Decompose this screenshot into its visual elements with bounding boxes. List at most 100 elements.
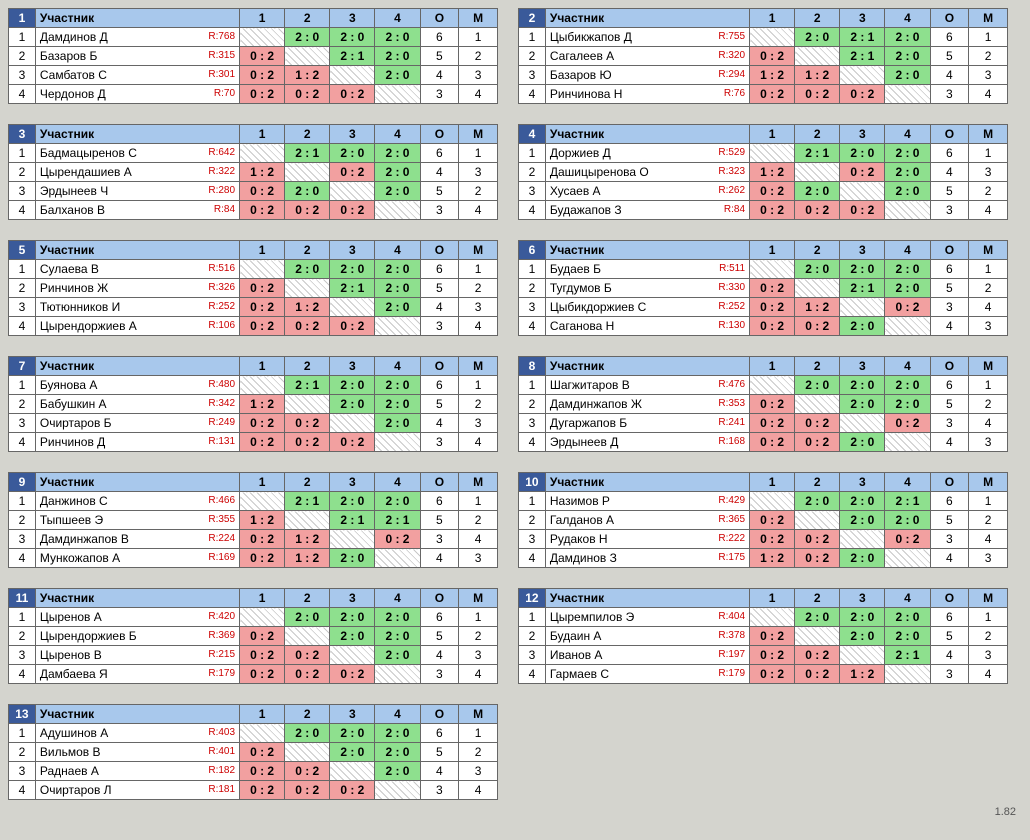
row-number: 3 bbox=[519, 530, 546, 549]
player-cell: Цырендоржиев БR:369 bbox=[35, 627, 239, 646]
table-row: 4Ринчинов ДR:1310 : 20 : 20 : 234 bbox=[9, 433, 498, 452]
score-cell: 2 : 0 bbox=[885, 182, 930, 201]
table-row: 2Цырендоржиев БR:3690 : 22 : 02 : 052 bbox=[9, 627, 498, 646]
col-header-1: 1 bbox=[750, 357, 795, 376]
player-cell: Вильмов ВR:401 bbox=[35, 743, 239, 762]
group-table-8: 8Участник1234ОМ1Шагжитаров ВR:4762 : 02 … bbox=[518, 356, 1008, 452]
row-number: 1 bbox=[9, 492, 36, 511]
row-number: 3 bbox=[9, 530, 36, 549]
col-header-2: 2 bbox=[795, 241, 840, 260]
table-row: 2Цырендашиев АR:3221 : 20 : 22 : 043 bbox=[9, 163, 498, 182]
row-number: 2 bbox=[9, 395, 36, 414]
player-cell: Цырендашиев АR:322 bbox=[35, 163, 239, 182]
player-cell: Тугдумов БR:330 bbox=[545, 279, 749, 298]
points-cell: 3 bbox=[930, 665, 969, 684]
player-name: Тютюнников И bbox=[40, 300, 120, 314]
points-cell: 5 bbox=[930, 627, 969, 646]
score-cell: 0 : 2 bbox=[750, 665, 795, 684]
player-rating: R:175 bbox=[718, 549, 745, 567]
player-rating: R:480 bbox=[208, 376, 235, 394]
row-number: 4 bbox=[519, 317, 546, 336]
points-cell: 6 bbox=[930, 492, 969, 511]
row-number: 1 bbox=[519, 376, 546, 395]
points-cell: 5 bbox=[420, 743, 459, 762]
col-header-2: 2 bbox=[795, 125, 840, 144]
score-cell: 2 : 0 bbox=[375, 163, 420, 182]
points-cell: 4 bbox=[930, 317, 969, 336]
score-cell bbox=[885, 317, 930, 336]
place-cell: 2 bbox=[459, 279, 498, 298]
row-number: 4 bbox=[9, 665, 36, 684]
row-number: 2 bbox=[9, 743, 36, 762]
place-cell: 3 bbox=[969, 646, 1008, 665]
points-cell: 3 bbox=[930, 85, 969, 104]
col-header-1: 1 bbox=[240, 357, 285, 376]
player-name: Цыремпилов Э bbox=[550, 610, 634, 624]
player-rating: R:215 bbox=[208, 646, 235, 664]
player-cell: Буянова АR:480 bbox=[35, 376, 239, 395]
table-row: 3Тютюнников ИR:2520 : 21 : 22 : 043 bbox=[9, 298, 498, 317]
place-cell: 3 bbox=[459, 414, 498, 433]
score-cell: 2 : 0 bbox=[885, 279, 930, 298]
player-rating: R:768 bbox=[208, 28, 235, 46]
score-cell: 2 : 1 bbox=[375, 511, 420, 530]
player-name: Балханов В bbox=[40, 203, 105, 217]
row-number: 4 bbox=[9, 85, 36, 104]
col-header-3: 3 bbox=[840, 589, 885, 608]
player-header: Участник bbox=[35, 9, 239, 28]
place-cell: 2 bbox=[459, 47, 498, 66]
place-cell: 4 bbox=[969, 665, 1008, 684]
player-name: Адушинов А bbox=[40, 726, 108, 740]
score-cell: 2 : 1 bbox=[840, 28, 885, 47]
score-cell bbox=[285, 511, 330, 530]
score-cell: 0 : 2 bbox=[285, 317, 330, 336]
row-number: 4 bbox=[9, 433, 36, 452]
player-cell: Сагалеев АR:320 bbox=[545, 47, 749, 66]
score-cell: 0 : 2 bbox=[240, 433, 285, 452]
place-cell: 4 bbox=[969, 201, 1008, 220]
col-header-1: 1 bbox=[240, 473, 285, 492]
table-row: 4Цырендоржиев АR:1060 : 20 : 20 : 234 bbox=[9, 317, 498, 336]
group-number: 10 bbox=[519, 473, 546, 492]
col-header-1: 1 bbox=[240, 9, 285, 28]
player-cell: Самбатов СR:301 bbox=[35, 66, 239, 85]
score-cell: 0 : 2 bbox=[375, 530, 420, 549]
player-cell: Ринчинова НR:76 bbox=[545, 85, 749, 104]
place-cell: 3 bbox=[459, 66, 498, 85]
table-row: 2Вильмов ВR:4010 : 22 : 02 : 052 bbox=[9, 743, 498, 762]
player-name: Назимов Р bbox=[550, 494, 610, 508]
place-cell: 3 bbox=[459, 298, 498, 317]
group-number: 3 bbox=[9, 125, 36, 144]
group-table-4: 4Участник1234ОМ1Доржиев ДR:5292 : 12 : 0… bbox=[518, 124, 1008, 220]
score-cell: 2 : 0 bbox=[375, 182, 420, 201]
player-name: Цыбикдоржиев С bbox=[550, 300, 646, 314]
score-cell bbox=[840, 530, 885, 549]
score-cell: 2 : 0 bbox=[840, 317, 885, 336]
player-name: Дамбаева Я bbox=[40, 667, 108, 681]
col-header-1: 1 bbox=[750, 241, 795, 260]
score-cell bbox=[240, 376, 285, 395]
points-cell: 5 bbox=[420, 395, 459, 414]
score-cell bbox=[330, 298, 375, 317]
place-cell: 4 bbox=[459, 201, 498, 220]
row-number: 2 bbox=[519, 627, 546, 646]
score-cell: 2 : 0 bbox=[375, 260, 420, 279]
player-cell: Рудаков НR:222 bbox=[545, 530, 749, 549]
player-cell: Хусаев АR:262 bbox=[545, 182, 749, 201]
score-cell: 2 : 0 bbox=[885, 608, 930, 627]
col-header-4: 4 bbox=[885, 241, 930, 260]
table-row: 1Будаев БR:5112 : 02 : 02 : 061 bbox=[519, 260, 1008, 279]
place-cell: 4 bbox=[969, 85, 1008, 104]
score-cell bbox=[330, 66, 375, 85]
score-cell: 1 : 2 bbox=[840, 665, 885, 684]
points-cell: 5 bbox=[420, 182, 459, 201]
player-name: Эрдынеев Д bbox=[550, 435, 618, 449]
group-number: 12 bbox=[519, 589, 546, 608]
place-header: М bbox=[459, 705, 498, 724]
score-cell: 2 : 0 bbox=[840, 433, 885, 452]
score-cell: 0 : 2 bbox=[285, 762, 330, 781]
player-cell: Цыремпилов ЭR:404 bbox=[545, 608, 749, 627]
row-number: 2 bbox=[519, 163, 546, 182]
place-cell: 1 bbox=[969, 260, 1008, 279]
player-rating: R:130 bbox=[718, 317, 745, 335]
